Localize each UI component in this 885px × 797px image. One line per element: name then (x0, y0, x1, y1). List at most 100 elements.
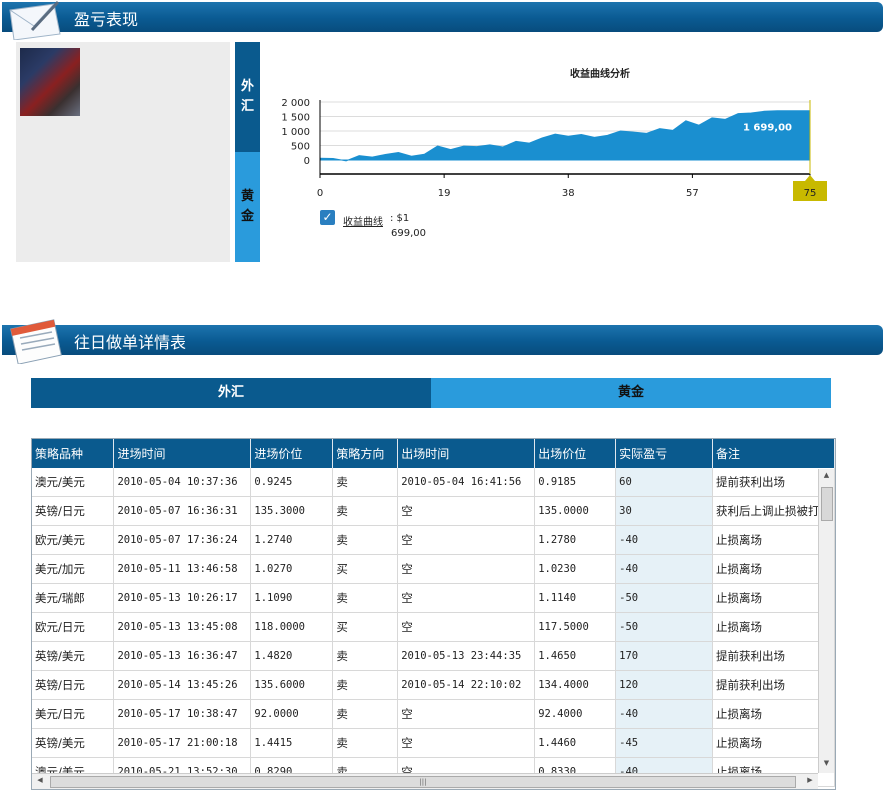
table-cell: 2010-05-17 21:00:18 (113, 728, 252, 758)
y-tick-label: 500 (291, 142, 310, 153)
table-cell: 92.0000 (250, 699, 334, 729)
table-row[interactable]: 英镑/美元 2010-05-17 21:00:18 1.4415 卖空 1.4460 -4… (32, 728, 835, 758)
table-row[interactable]: 澳元/美元 2010-05-04 10:37:36 0.9245 卖 2010-05-0… (32, 468, 835, 497)
tab-forex[interactable]: 外汇 (31, 378, 431, 408)
table-cell: 1.4650 (534, 641, 617, 671)
y-tick-label: 2 000 (281, 98, 310, 109)
table-cell: 止损离场 (712, 728, 835, 758)
y-tick-label: 1 500 (281, 113, 310, 124)
table-row[interactable]: 美元/日元 2010-05-17 10:38:47 92.0000 卖空 92.4000… (32, 699, 835, 729)
table-cell: -50 (615, 583, 713, 613)
table-cell: 2010-05-13 10:26:17 (113, 583, 252, 613)
history-section-header: 往日做单详情表 (2, 325, 883, 355)
profit-section-header: 盈亏表现 (2, 2, 883, 32)
legend-value-line2: 699,00 (391, 228, 426, 239)
table-cell: 卖 (332, 728, 399, 758)
table-cell: 卖 (332, 641, 399, 671)
table-cell: 卖 (332, 468, 399, 497)
tab-gold[interactable]: 黄金 (431, 378, 831, 408)
table-cell: 止损离场 (712, 583, 835, 613)
table-cell: 买 (332, 554, 399, 584)
table-row[interactable]: 英镑/美元 2010-05-13 16:36:47 1.4820 卖 2010-05-1… (32, 641, 835, 671)
table-cell: 空 (397, 496, 536, 526)
scroll-up-arrow-icon[interactable]: ▲ (819, 471, 834, 483)
table-row[interactable]: 美元/瑞郎 2010-05-13 10:26:17 1.1090 卖空 1.1140 -5… (32, 583, 835, 613)
vertical-scroll-thumb[interactable] (821, 487, 833, 521)
table-cell: 美元/加元 (32, 554, 115, 584)
table-cell: 0.9245 (250, 468, 334, 497)
table-row[interactable]: 英镑/日元 2010-05-07 16:36:31 135.3000 卖空 135.00… (32, 496, 835, 526)
column-header[interactable]: 实际盈亏 (615, 439, 713, 468)
table-cell: 买 (332, 612, 399, 642)
table-row[interactable]: 欧元/美元 2010-05-07 17:36:24 1.2740 卖空 1.2780 -4… (32, 525, 835, 555)
x-highlight-pointer (805, 175, 815, 181)
table-cell: -45 (615, 728, 713, 758)
table-cell: 1.0270 (250, 554, 334, 584)
column-header[interactable]: 进场价位 (250, 439, 334, 468)
column-header[interactable]: 出场价位 (534, 439, 617, 468)
table-cell: 1.0230 (534, 554, 617, 584)
table-cell: 空 (397, 525, 536, 555)
table-cell: 2010-05-13 23:44:35 (397, 641, 536, 671)
table-cell: 卖 (332, 583, 399, 613)
scroll-left-arrow-icon[interactable]: ◀ (34, 776, 46, 788)
horizontal-scrollbar[interactable]: ◀ ||| ▶ (32, 773, 818, 789)
legend-value-line1: : $1 (390, 213, 410, 224)
x-tick-label: 0 (317, 188, 323, 199)
vertical-scrollbar[interactable]: ▲ ▼ (818, 469, 834, 773)
table-cell: -40 (615, 525, 713, 555)
table-cell: 1.1140 (534, 583, 617, 613)
y-tick-label: 0 (304, 156, 310, 167)
checkbox-checked-icon[interactable]: ✓ (320, 210, 335, 225)
table-cell: -40 (615, 699, 713, 729)
table-cell: 135.6000 (250, 670, 334, 700)
instrument-tabs: 外汇 黄金 (31, 378, 831, 408)
table-cell: 2010-05-14 13:45:26 (113, 670, 252, 700)
x-tick-label: 19 (438, 188, 451, 199)
table-cell: 170 (615, 641, 713, 671)
table-cell: 2010-05-11 13:46:58 (113, 554, 252, 584)
table-cell: 澳元/美元 (32, 468, 115, 497)
table-cell: 60 (615, 468, 713, 497)
side-tab-forex[interactable]: 外汇 (235, 42, 260, 152)
profit-curve-chart: 2 000 1 500 1 000 500 0 0 19 38 57 75 1 699,00 (281, 98, 827, 201)
table-cell: 止损离场 (712, 699, 835, 729)
table-cell: 英镑/日元 (32, 670, 115, 700)
table-cell: 提前获利出场 (712, 670, 835, 700)
table-cell: 0.9185 (534, 468, 617, 497)
table-cell: 卖 (332, 496, 399, 526)
scroll-down-arrow-icon[interactable]: ▼ (819, 759, 834, 771)
column-header[interactable]: 备注 (712, 439, 835, 468)
notepad-icon (10, 319, 62, 364)
table-row[interactable]: 美元/加元 2010-05-11 13:46:58 1.0270 买空 1.0230 -4… (32, 554, 835, 584)
column-header[interactable]: 策略方向 (332, 439, 399, 468)
table-cell: 欧元/美元 (32, 525, 115, 555)
profit-section-title: 盈亏表现 (74, 10, 139, 29)
column-header[interactable]: 进场时间 (113, 439, 252, 468)
series-area (319, 110, 811, 162)
table-cell: 2010-05-14 22:10:02 (397, 670, 536, 700)
table-cell: 135.3000 (250, 496, 334, 526)
legend-series-label[interactable]: 收益曲线 (343, 213, 383, 228)
column-header[interactable]: 出场时间 (397, 439, 536, 468)
trade-history-grid: 策略品种 进场时间 进场价位 策略方向 出场时间 出场价位 实际盈亏 备注 澳元/美元 2010… (31, 438, 836, 790)
table-cell: 2010-05-13 13:45:08 (113, 612, 252, 642)
table-cell: -40 (615, 554, 713, 584)
table-cell: 卖 (332, 670, 399, 700)
chart-title: 收益曲线分析 (570, 69, 630, 80)
horizontal-scroll-thumb[interactable]: ||| (50, 776, 796, 788)
side-tab-gold[interactable]: 黄金 (235, 152, 260, 262)
table-row[interactable]: 欧元/日元 2010-05-13 13:45:08 118.0000 买空 117.50… (32, 612, 835, 642)
table-cell: 2010-05-13 16:36:47 (113, 641, 252, 671)
table-cell: 120 (615, 670, 713, 700)
column-header[interactable]: 策略品种 (32, 439, 115, 468)
trade-table: 策略品种 进场时间 进场价位 策略方向 出场时间 出场价位 实际盈亏 备注 澳元/美元 2010… (32, 439, 835, 787)
table-cell: 获利后上调止损被打 (712, 496, 835, 526)
table-cell: 117.5000 (534, 612, 617, 642)
table-cell: 1.2780 (534, 525, 617, 555)
scroll-right-arrow-icon[interactable]: ▶ (804, 776, 816, 788)
table-row[interactable]: 英镑/日元 2010-05-14 13:45:26 135.6000 卖 2010-05… (32, 670, 835, 700)
x-tick-label: 75 (804, 188, 817, 199)
table-cell: 空 (397, 583, 536, 613)
table-cell: 2010-05-07 17:36:24 (113, 525, 252, 555)
